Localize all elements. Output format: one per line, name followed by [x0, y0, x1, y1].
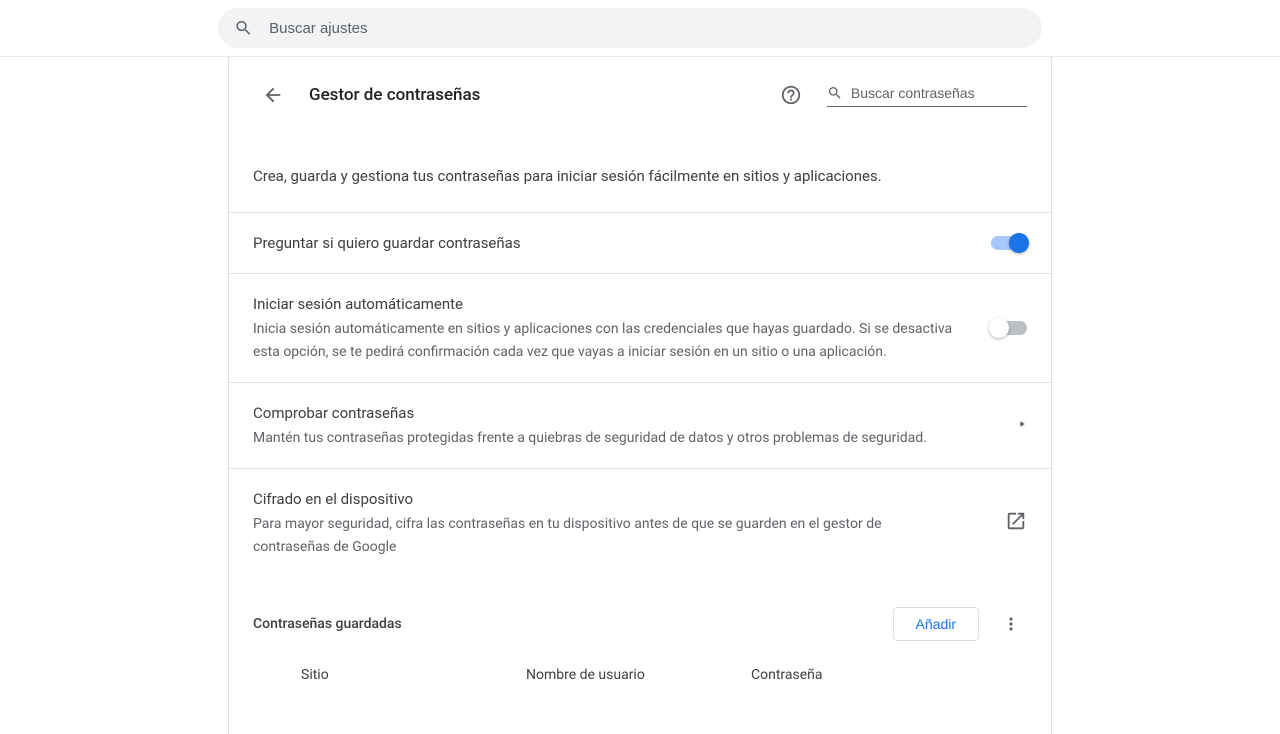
row-auto-signin: Iniciar sesión automáticamente Inicia se…: [229, 274, 1051, 383]
toggle-thumb: [989, 318, 1009, 338]
top-bar: [0, 0, 1280, 57]
add-password-button[interactable]: Añadir: [893, 607, 979, 641]
row-check-passwords[interactable]: Comprobar contraseñas Mantén tus contras…: [229, 383, 1051, 469]
more-options-button[interactable]: [995, 608, 1027, 640]
search-settings-field[interactable]: [218, 8, 1042, 48]
ask-save-toggle[interactable]: [991, 236, 1027, 250]
auto-signin-toggle[interactable]: [991, 321, 1027, 335]
passwords-table-header: Sitio Nombre de usuario Contraseña: [229, 653, 1051, 697]
search-passwords-input[interactable]: [851, 85, 1027, 101]
column-username: Nombre de usuario: [526, 667, 751, 683]
auto-signin-desc: Inicia sesión automáticamente en sitios …: [253, 318, 953, 364]
chevron-right-icon: [1017, 417, 1027, 433]
row-ask-save: Preguntar si quiero guardar contraseñas: [229, 213, 1051, 274]
search-icon: [827, 84, 843, 102]
open-external-icon: [1005, 510, 1027, 536]
row-device-encryption[interactable]: Cifrado en el dispositivo Para mayor seg…: [229, 469, 1051, 577]
search-icon: [234, 18, 253, 38]
check-pw-desc: Mantén tus contraseñas protegidas frente…: [253, 427, 953, 450]
help-button[interactable]: [771, 75, 811, 115]
auto-signin-title: Iniciar sesión automáticamente: [253, 292, 971, 316]
back-button[interactable]: [253, 75, 293, 115]
saved-passwords-header: Contraseñas guardadas Añadir: [229, 577, 1051, 653]
search-settings-input[interactable]: [269, 20, 1026, 37]
column-site: Sitio: [301, 667, 526, 683]
intro-text: Crea, guarda y gestiona tus contraseñas …: [229, 125, 1051, 213]
page-title: Gestor de contraseñas: [309, 85, 755, 105]
encryption-desc: Para mayor seguridad, cifra las contrase…: [253, 513, 953, 559]
password-manager-panel: Gestor de contraseñas Crea, guarda y ges…: [228, 57, 1052, 734]
ask-save-title: Preguntar si quiero guardar contraseñas: [253, 231, 971, 255]
saved-passwords-title: Contraseñas guardadas: [253, 616, 893, 632]
encryption-title: Cifrado en el dispositivo: [253, 487, 985, 511]
column-password: Contraseña: [751, 667, 1027, 683]
search-passwords-field[interactable]: [827, 84, 1027, 107]
toggle-thumb: [1009, 233, 1029, 253]
panel-header: Gestor de contraseñas: [229, 57, 1051, 125]
check-pw-title: Comprobar contraseñas: [253, 401, 997, 425]
